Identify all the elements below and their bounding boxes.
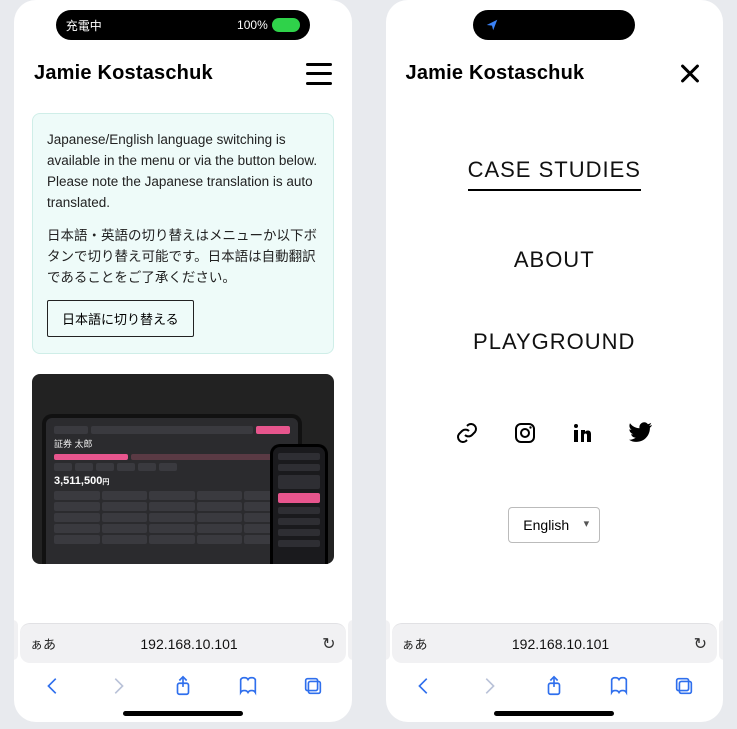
adjacent-tab-edge[interactable] <box>14 620 18 660</box>
safari-toolbar <box>14 663 352 711</box>
bookmarks-icon[interactable] <box>603 670 635 702</box>
notice-text-en: Japanese/English language switching is a… <box>47 130 319 214</box>
reload-icon[interactable]: ↻ <box>322 634 335 654</box>
reader-aa-icon[interactable]: ぁあ <box>30 634 56 653</box>
forward-button <box>473 670 505 702</box>
phone-right: 16:22 ⚡ Jamie Kostaschuk CASE STUDIES AB… <box>386 0 724 722</box>
mock-amount: 3,511,500円 <box>54 475 290 487</box>
site-title[interactable]: Jamie Kostaschuk <box>34 62 213 85</box>
linkedin-icon[interactable] <box>571 421 595 445</box>
link-icon[interactable] <box>455 421 479 445</box>
menu-item-about[interactable]: ABOUT <box>514 247 595 273</box>
navigation-arrow-icon <box>483 16 501 34</box>
page-content: Japanese/English language switching is a… <box>14 97 352 617</box>
close-icon[interactable] <box>677 63 703 85</box>
tabs-icon[interactable] <box>668 670 700 702</box>
url-text[interactable]: 192.168.10.101 <box>66 636 312 652</box>
adjacent-tab-edge[interactable] <box>719 620 723 660</box>
forward-button <box>102 670 134 702</box>
back-button[interactable] <box>37 670 69 702</box>
adjacent-tab-edge[interactable] <box>348 620 352 660</box>
mock-user-name: 証券 太郎 <box>54 437 290 450</box>
switch-to-japanese-button[interactable]: 日本語に切り替える <box>47 300 194 337</box>
phone-left: 充電中 100% Jamie Kostaschuk Japanese/Engli… <box>14 0 352 722</box>
back-button[interactable] <box>408 670 440 702</box>
menu-hamburger-icon[interactable] <box>306 63 332 85</box>
safari-address-bar[interactable]: ぁあ 192.168.10.101 ↻ <box>392 623 718 663</box>
phone-mock <box>270 444 328 564</box>
social-links <box>455 421 653 445</box>
language-select[interactable]: English <box>508 507 600 543</box>
safari-address-bar[interactable]: ぁあ 192.168.10.101 ↻ <box>20 623 346 663</box>
battery-icon <box>272 18 300 32</box>
tabs-icon[interactable] <box>297 670 329 702</box>
menu-item-case-studies[interactable]: CASE STUDIES <box>468 157 641 191</box>
site-header: Jamie Kostaschuk <box>14 40 352 97</box>
home-indicator[interactable] <box>494 711 614 716</box>
adjacent-tab-edge[interactable] <box>386 620 390 660</box>
twitter-icon[interactable] <box>629 421 653 445</box>
site-title[interactable]: Jamie Kostaschuk <box>406 62 585 85</box>
dynamic-island <box>473 10 635 40</box>
home-indicator[interactable] <box>123 711 243 716</box>
menu-item-playground[interactable]: PLAYGROUND <box>473 329 635 355</box>
bookmarks-icon[interactable] <box>232 670 264 702</box>
reload-icon[interactable]: ↻ <box>694 634 707 654</box>
battery-percent: 100% <box>237 18 268 32</box>
case-study-hero[interactable]: 証券 太郎 3,511,500円 <box>32 374 334 564</box>
laptop-mock: 証券 太郎 3,511,500円 <box>42 414 302 564</box>
charging-label: 充電中 <box>66 17 102 34</box>
url-text[interactable]: 192.168.10.101 <box>438 636 684 652</box>
instagram-icon[interactable] <box>513 421 537 445</box>
reader-aa-icon[interactable]: ぁあ <box>402 634 428 653</box>
safari-toolbar <box>386 663 724 711</box>
notice-text-ja: 日本語・英語の切り替えはメニューか以下ボタンで切り替え可能です。日本語は自動翻訳… <box>47 226 319 289</box>
dynamic-island: 充電中 100% <box>56 10 310 40</box>
language-notice: Japanese/English language switching is a… <box>32 113 334 354</box>
nav-menu: CASE STUDIES ABOUT PLAYGROUND English <box>386 97 724 617</box>
site-header: Jamie Kostaschuk <box>386 40 724 97</box>
share-icon[interactable] <box>538 670 570 702</box>
language-selected-value: English <box>523 517 569 533</box>
share-icon[interactable] <box>167 670 199 702</box>
